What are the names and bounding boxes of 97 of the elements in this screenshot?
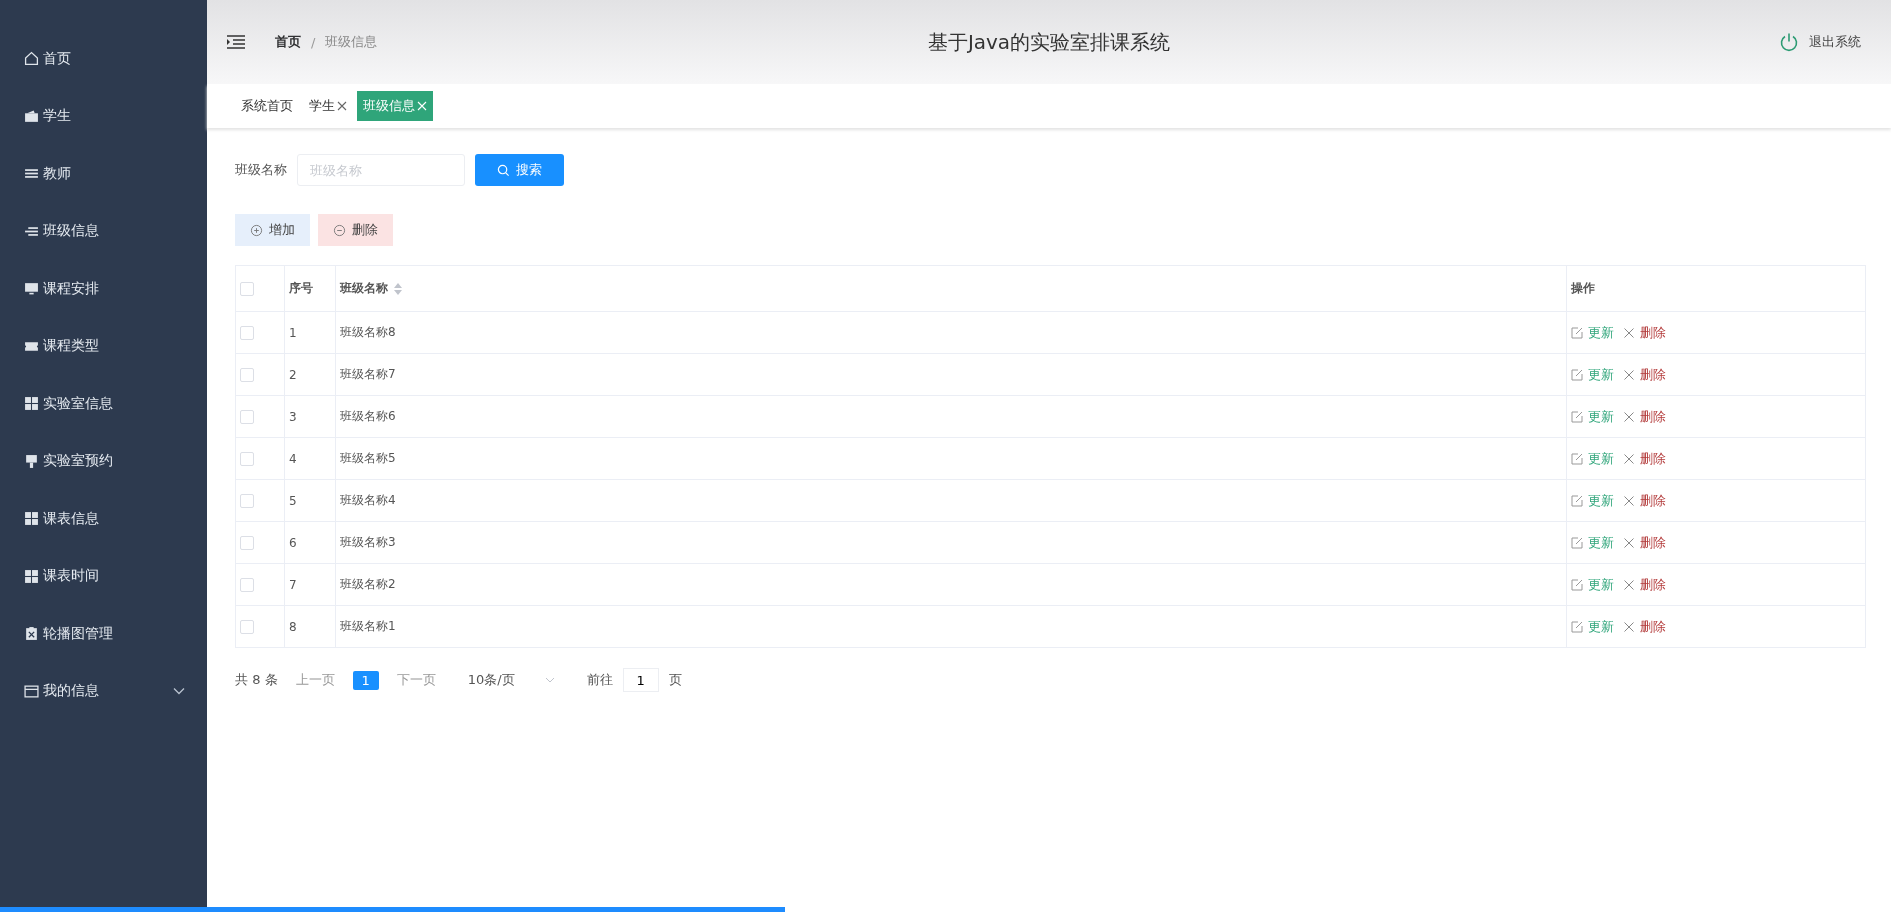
edit-icon xyxy=(1571,326,1583,339)
monitor-icon xyxy=(24,281,39,297)
delete-link[interactable]: 删除 xyxy=(1640,449,1666,468)
close-icon xyxy=(1623,536,1635,549)
edit-icon xyxy=(1571,578,1583,591)
page-tab[interactable]: 系统首页 xyxy=(235,91,299,121)
row-checkbox[interactable] xyxy=(240,493,254,508)
edit-icon xyxy=(1571,368,1583,381)
table-cell: 班级名称6 xyxy=(335,395,1567,438)
stamp-icon xyxy=(24,453,39,469)
row-checkbox[interactable] xyxy=(240,535,254,550)
grid-icon xyxy=(24,396,39,412)
table-cell: 2 xyxy=(284,353,336,396)
page-unit: 页 xyxy=(668,671,682,689)
edit-icon xyxy=(1571,620,1583,633)
logout-button[interactable]: 退出系统 xyxy=(1773,31,1867,53)
delete-link[interactable]: 删除 xyxy=(1640,365,1666,384)
close-icon xyxy=(1623,494,1635,507)
delete-link[interactable]: 删除 xyxy=(1640,491,1666,510)
column-header: 操作 xyxy=(1571,281,1595,295)
edit-icon xyxy=(1571,536,1583,549)
goto-label: 前往 xyxy=(586,671,613,689)
power-icon xyxy=(1779,32,1799,52)
sidebar-item[interactable]: 首页 xyxy=(0,30,207,88)
table-cell: 1 xyxy=(284,311,336,354)
close-icon xyxy=(1623,368,1635,381)
table-cell: 班级名称5 xyxy=(335,437,1567,480)
sort-icon[interactable] xyxy=(394,282,402,295)
row-checkbox[interactable] xyxy=(240,367,254,382)
column-header: 序号 xyxy=(289,281,313,295)
row-checkbox[interactable] xyxy=(240,325,254,340)
table-cell: 8 xyxy=(284,605,336,648)
close-icon[interactable] xyxy=(337,101,347,111)
close-icon xyxy=(1623,578,1635,591)
total-count: 共 8 条 xyxy=(235,671,278,689)
table-cell: 7 xyxy=(284,563,336,606)
select-all-checkbox[interactable] xyxy=(240,281,254,296)
minus-circle-icon xyxy=(333,223,346,237)
clipboard-icon xyxy=(24,626,39,642)
sidebar-item[interactable]: 学生 xyxy=(0,87,207,145)
card-icon xyxy=(24,683,39,699)
grid-icon xyxy=(24,568,39,584)
table-cell: 班级名称2 xyxy=(335,563,1567,606)
breadcrumb-link[interactable]: 首页 xyxy=(275,33,301,51)
table-cell: 3 xyxy=(284,395,336,438)
sidebar-item[interactable]: 课程安排 xyxy=(0,260,207,318)
page-input[interactable]: 1 xyxy=(622,668,659,692)
sidebar-item[interactable]: 课表时间 xyxy=(0,547,207,605)
delete-link[interactable]: 删除 xyxy=(1640,533,1666,552)
page-size-select[interactable]: 10条/页 xyxy=(467,671,555,689)
plus-circle-icon xyxy=(250,223,263,237)
row-checkbox[interactable] xyxy=(240,451,254,466)
row-checkbox[interactable] xyxy=(240,577,254,592)
table-cell: 4 xyxy=(284,437,336,480)
delete-link[interactable]: 删除 xyxy=(1640,323,1666,342)
delete-link[interactable]: 删除 xyxy=(1640,575,1666,594)
table-cell: 班级名称3 xyxy=(335,521,1567,564)
field-label: 班级名称 xyxy=(235,161,287,179)
close-icon xyxy=(1623,326,1635,339)
sidebar-item[interactable]: 班级信息 xyxy=(0,202,207,260)
edit-icon xyxy=(1571,494,1583,507)
edit-icon xyxy=(1571,410,1583,423)
table-cell: 6 xyxy=(284,521,336,564)
sidebar-item[interactable]: 教师 xyxy=(0,145,207,203)
row-checkbox[interactable] xyxy=(240,409,254,424)
breadcrumb-current: 班级信息 xyxy=(325,33,378,51)
close-icon xyxy=(1623,620,1635,633)
table-cell: 5 xyxy=(284,479,336,522)
home-icon xyxy=(24,51,39,67)
close-icon xyxy=(1623,410,1635,423)
delete-button[interactable]: 删除 xyxy=(318,214,393,246)
edit-icon xyxy=(1571,452,1583,465)
table-cell: 班级名称7 xyxy=(335,353,1567,396)
delete-link[interactable]: 删除 xyxy=(1640,617,1666,636)
wallet-icon xyxy=(24,108,39,124)
sidebar-item[interactable]: 课表信息 xyxy=(0,490,207,548)
chevron-down-icon xyxy=(173,687,185,696)
chevron-down-icon xyxy=(544,677,555,683)
sidebar-item[interactable]: 实验室信息 xyxy=(0,375,207,433)
app-title: 基于Java的实验室排课系统 xyxy=(927,28,1171,56)
sidebar-item[interactable]: 我的信息 xyxy=(0,662,207,720)
table-cell: 班级名称4 xyxy=(335,479,1567,522)
page-tab[interactable]: 学生 xyxy=(303,91,353,121)
menu-icon[interactable] xyxy=(227,35,245,49)
grid-icon xyxy=(24,511,39,527)
breadcrumb-separator: / xyxy=(311,34,316,50)
sidebar-item[interactable]: 轮播图管理 xyxy=(0,605,207,663)
column-header[interactable]: 班级名称 xyxy=(340,281,388,295)
row-checkbox[interactable] xyxy=(240,619,254,634)
close-icon xyxy=(1623,452,1635,465)
delete-link[interactable]: 删除 xyxy=(1640,407,1666,426)
sidebar-item[interactable]: 实验室预约 xyxy=(0,432,207,490)
table-cell: 班级名称8 xyxy=(335,311,1567,354)
search-icon xyxy=(497,163,510,177)
table-cell: 班级名称1 xyxy=(335,605,1567,648)
sidebar-item[interactable]: 课程类型 xyxy=(0,317,207,375)
add-button[interactable]: 增加 xyxy=(235,214,310,246)
